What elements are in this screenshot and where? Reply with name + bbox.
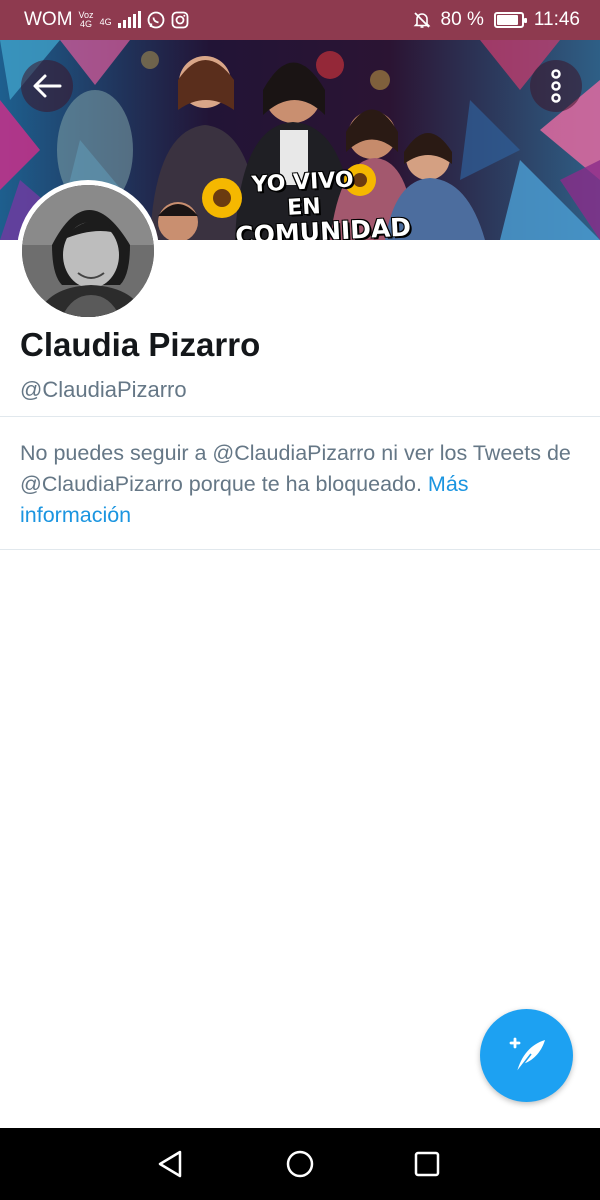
nav-back-button[interactable]: [150, 1144, 190, 1184]
blocked-notice-text: No puedes seguir a @ClaudiaPizarro ni ve…: [20, 441, 571, 496]
banner-slogan: YO VIVO EN COMUNIDAD: [232, 166, 412, 240]
avatar-photo: [22, 185, 154, 317]
clock: 11:46: [533, 9, 580, 30]
avatar-portrait: [22, 185, 154, 317]
recents-square-icon: [414, 1151, 440, 1177]
more-vertical-icon: [551, 69, 561, 103]
battery-fill: [496, 15, 518, 25]
network-tag-bottom: 4G: [80, 19, 93, 29]
whatsapp-icon: [147, 11, 165, 29]
status-bar: WOM Voz 4G 4G 80 % 11:46: [0, 0, 600, 40]
back-triangle-icon: [158, 1150, 182, 1178]
nav-recents-button[interactable]: [407, 1144, 447, 1184]
arrow-left-icon: [33, 74, 62, 98]
network-tag: Voz 4G: [79, 11, 94, 29]
compose-tweet-button[interactable]: [480, 1009, 573, 1102]
divider-top: [0, 416, 600, 417]
avatar[interactable]: [17, 180, 159, 322]
compose-tweet-icon: [509, 1037, 545, 1072]
divider-bottom: [0, 549, 600, 550]
home-circle-icon: [286, 1150, 314, 1178]
signal-bars-icon: [117, 11, 141, 28]
status-right: 80 % 11:46: [413, 9, 580, 31]
carrier-name: WOM: [24, 9, 73, 30]
signal-tag: 4G: [99, 17, 112, 27]
profile-name: Claudia Pizarro: [20, 326, 261, 363]
more-options-button[interactable]: [530, 60, 582, 112]
nav-home-button[interactable]: [280, 1144, 320, 1184]
bell-off-icon: [413, 11, 431, 29]
profile-handle: @ClaudiaPizarro: [20, 377, 187, 402]
blocked-notice: No puedes seguir a @ClaudiaPizarro ni ve…: [20, 438, 585, 531]
system-nav-bar: [0, 1128, 600, 1200]
status-left: WOM Voz 4G 4G: [24, 9, 189, 31]
battery-saver-icon: [493, 12, 527, 28]
instagram-icon: [171, 11, 189, 29]
back-button[interactable]: [21, 60, 73, 112]
battery-percent: 80 %: [440, 9, 484, 30]
